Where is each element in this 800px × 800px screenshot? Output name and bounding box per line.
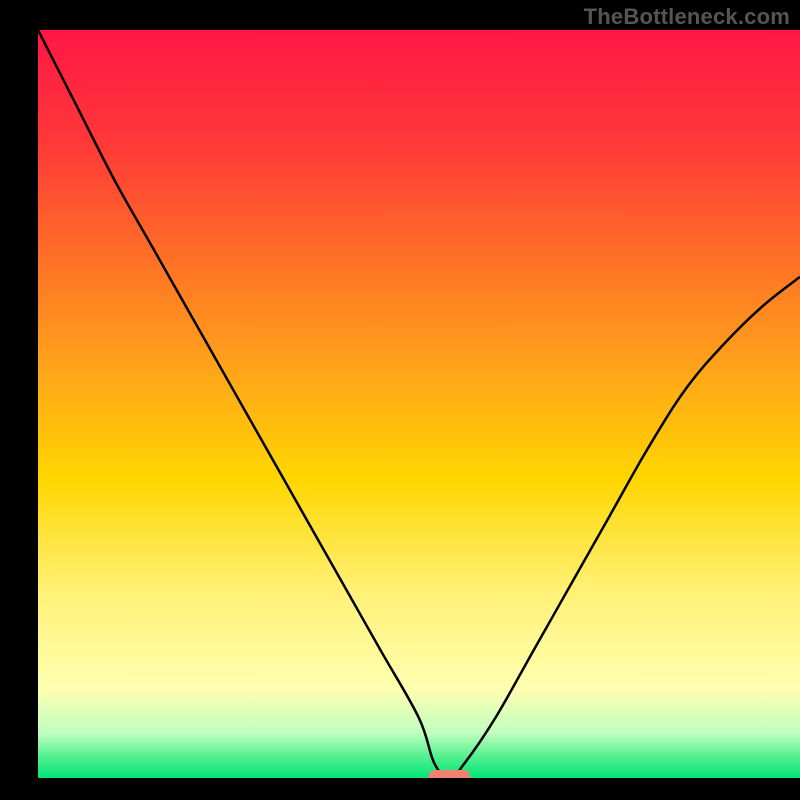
plot-background <box>38 30 800 778</box>
frame-left <box>0 0 38 800</box>
bottleneck-chart <box>0 0 800 800</box>
frame-bottom <box>0 778 800 800</box>
chart-container: TheBottleneck.com <box>0 0 800 800</box>
watermark-text: TheBottleneck.com <box>584 4 790 30</box>
